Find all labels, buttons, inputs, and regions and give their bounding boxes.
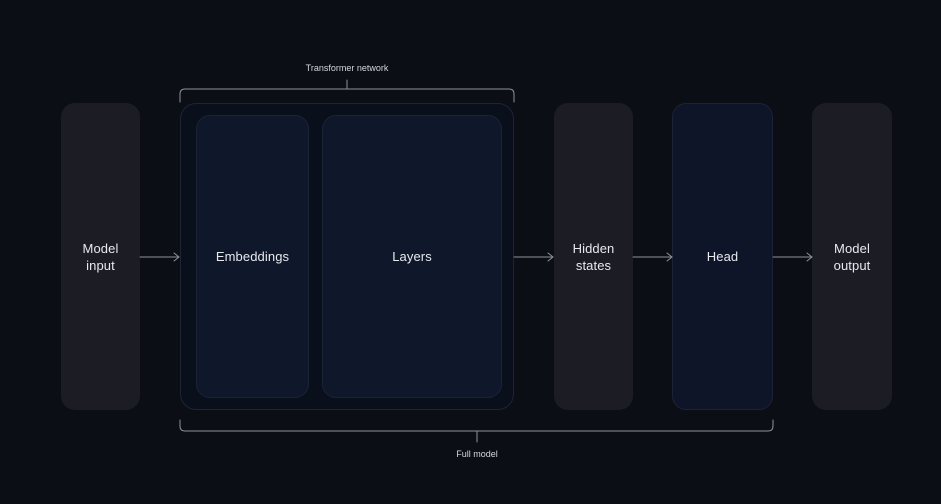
full-model-bracket [179,419,774,443]
arrow-hidden-states-to-head [632,252,673,262]
arrow-layers-to-hidden-states [513,252,554,262]
transformer-network-caption: Transformer network [305,63,389,73]
connectors [139,79,813,443]
arrow-head-to-output [772,252,813,262]
arrow-input-to-embeddings [139,252,180,262]
transformer-network-bracket [179,79,515,103]
full-model-caption: Full model [456,449,498,459]
